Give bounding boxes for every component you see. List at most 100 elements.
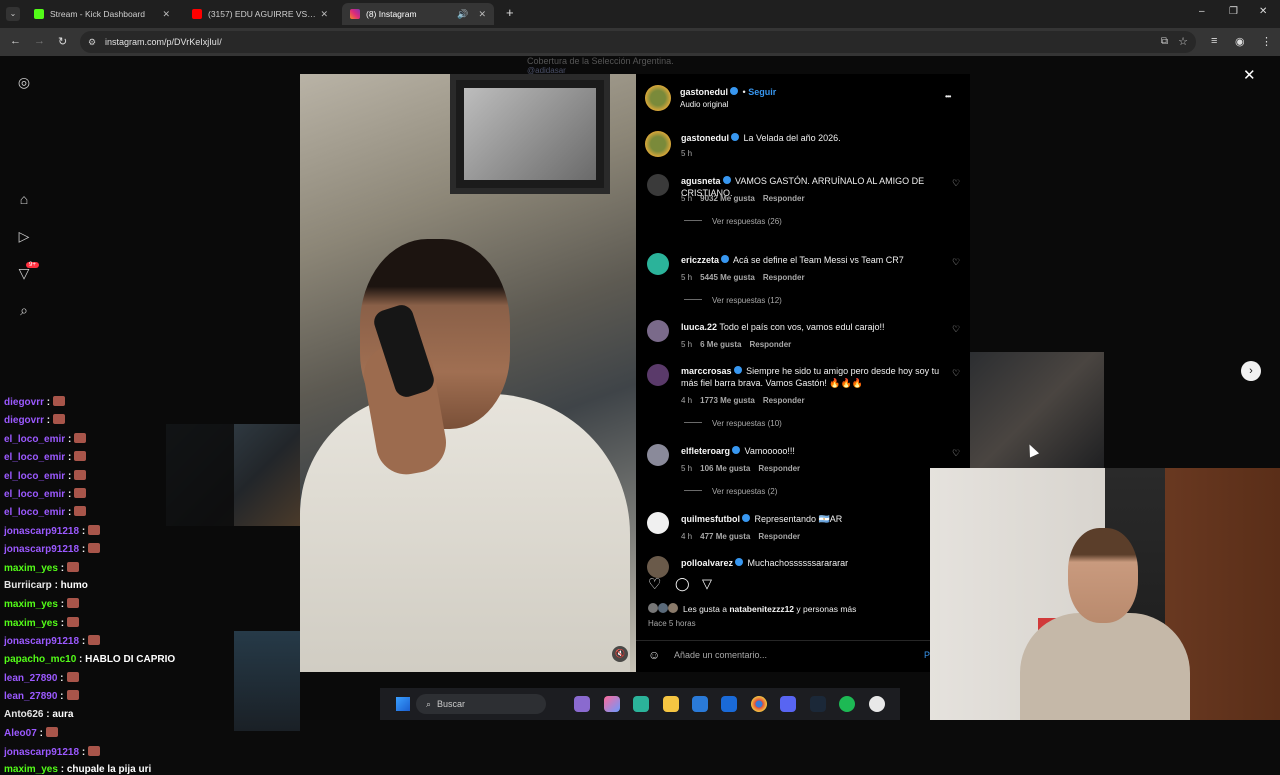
more-options-icon[interactable]: ••• bbox=[945, 92, 951, 101]
taskbar-search-input[interactable]: ⌕ Buscar bbox=[416, 694, 546, 714]
post-video[interactable] bbox=[300, 74, 636, 672]
discord-icon[interactable] bbox=[780, 696, 796, 712]
edge-icon[interactable] bbox=[633, 696, 649, 712]
chat-username[interactable]: maxim_yes bbox=[4, 563, 58, 574]
comment-likes[interactable]: 1773 Me gusta bbox=[700, 396, 755, 405]
tab-search-icon[interactable]: ⌄ bbox=[6, 7, 20, 21]
reply-button[interactable]: Responder bbox=[763, 396, 805, 405]
search-icon[interactable]: ⌕ bbox=[16, 302, 32, 318]
reply-button[interactable]: Responder bbox=[749, 340, 791, 349]
forward-arrow-icon[interactable]: → bbox=[34, 35, 45, 47]
chat-username[interactable]: diegovrr bbox=[4, 415, 44, 426]
tab-kick-dashboard[interactable]: Stream - Kick Dashboard ✕ bbox=[26, 3, 178, 25]
reply-button[interactable]: Responder bbox=[758, 464, 800, 473]
chat-username[interactable]: el_loco_emir bbox=[4, 434, 65, 445]
view-replies-button[interactable]: Ver respuestas (10) bbox=[684, 419, 782, 428]
comment-likes[interactable]: 9032 Me gusta bbox=[700, 194, 755, 203]
minimize-button[interactable]: – bbox=[1199, 6, 1205, 17]
tab-close-icon[interactable]: ✕ bbox=[162, 9, 170, 20]
store-icon[interactable] bbox=[692, 696, 708, 712]
next-post-arrow-icon[interactable]: › bbox=[1241, 361, 1261, 381]
comment-username[interactable]: elfleteroarg bbox=[681, 446, 730, 456]
copilot-icon[interactable] bbox=[604, 696, 620, 712]
comment-avatar[interactable] bbox=[647, 320, 669, 342]
bookmark-star-icon[interactable]: ☆ bbox=[1178, 35, 1188, 48]
audio-label[interactable]: Audio original bbox=[680, 99, 728, 111]
media-control-icon[interactable]: ≡ bbox=[1211, 35, 1217, 47]
share-send-icon[interactable]: ▽ bbox=[702, 576, 712, 592]
chat-username[interactable]: maxim_yes bbox=[4, 599, 58, 610]
restore-button[interactable]: ❐ bbox=[1229, 6, 1238, 17]
reply-button[interactable]: Responder bbox=[763, 273, 805, 282]
chat-username[interactable]: Aleo07 bbox=[4, 728, 37, 739]
file-explorer-icon[interactable] bbox=[663, 696, 679, 712]
comment-avatar[interactable] bbox=[647, 174, 669, 196]
install-app-icon[interactable]: ⧉ bbox=[1161, 36, 1168, 47]
author-username[interactable]: gastonedul bbox=[680, 87, 728, 97]
comment-username[interactable]: marccrosas bbox=[681, 366, 732, 376]
obs-icon[interactable] bbox=[869, 696, 885, 712]
comment-avatar[interactable] bbox=[647, 253, 669, 275]
spotify-icon[interactable] bbox=[839, 696, 855, 712]
comment-username[interactable]: luuca.22 bbox=[681, 322, 717, 332]
chat-username[interactable]: jonascarp91218 bbox=[4, 544, 79, 555]
chat-username[interactable]: lean_27890 bbox=[4, 691, 57, 702]
comment-like-heart-icon[interactable]: ♡ bbox=[952, 324, 960, 335]
chat-username[interactable]: maxim_yes bbox=[4, 764, 58, 775]
chat-username[interactable]: maxim_yes bbox=[4, 618, 58, 629]
comment-avatar[interactable] bbox=[647, 512, 669, 534]
comment-bubble-icon[interactable]: ◯ bbox=[675, 576, 690, 592]
tab-close-icon[interactable]: ✕ bbox=[320, 9, 328, 20]
back-arrow-icon[interactable]: ← bbox=[10, 35, 21, 47]
comment-likes[interactable]: 106 Me gusta bbox=[700, 464, 750, 473]
comment-like-heart-icon[interactable]: ♡ bbox=[952, 257, 960, 268]
comment-like-heart-icon[interactable]: ♡ bbox=[952, 368, 960, 379]
profile-icon[interactable]: ◉ bbox=[1235, 35, 1245, 48]
url-input[interactable]: ⚙ instagram.com/p/DVrKeIxjIuI/ ⧉ ☆ bbox=[80, 31, 1196, 53]
chat-username[interactable]: lean_27890 bbox=[4, 673, 57, 684]
chat-username[interactable]: el_loco_emir bbox=[4, 452, 65, 463]
chat-username[interactable]: jonascarp91218 bbox=[4, 526, 79, 537]
chat-username[interactable]: jonascarp91218 bbox=[4, 636, 79, 647]
reels-icon[interactable]: ▷ bbox=[16, 228, 32, 244]
home-icon[interactable]: ⌂ bbox=[16, 191, 32, 207]
comment-avatar[interactable] bbox=[647, 444, 669, 466]
tab-instagram[interactable]: (8) Instagram 🔊 ✕ bbox=[342, 3, 494, 25]
view-replies-button[interactable]: Ver respuestas (26) bbox=[684, 217, 782, 226]
chat-username[interactable]: papacho_mc10 bbox=[4, 654, 76, 665]
chrome-icon[interactable] bbox=[751, 696, 767, 712]
comment-username[interactable]: polloalvarez bbox=[681, 558, 733, 568]
follow-button[interactable]: Seguir bbox=[748, 87, 776, 97]
comment-like-heart-icon[interactable]: ♡ bbox=[952, 178, 960, 189]
comment-input[interactable]: Añade un comentario... bbox=[674, 650, 767, 660]
close-modal-icon[interactable]: ✕ bbox=[1243, 66, 1256, 84]
chat-username[interactable]: jonascarp91218 bbox=[4, 747, 79, 758]
chat-username[interactable]: el_loco_emir bbox=[4, 507, 65, 518]
reply-button[interactable]: Responder bbox=[763, 194, 805, 203]
reply-button[interactable]: Responder bbox=[758, 532, 800, 541]
outlook-icon[interactable] bbox=[721, 696, 737, 712]
chat-username[interactable]: Burriicarp bbox=[4, 580, 52, 591]
chat-username[interactable]: el_loco_emir bbox=[4, 471, 65, 482]
site-info-icon[interactable]: ⚙ bbox=[88, 37, 96, 48]
comment-likes[interactable]: 6 Me gusta bbox=[700, 340, 741, 349]
view-replies-button[interactable]: Ver respuestas (12) bbox=[684, 296, 782, 305]
steam-icon[interactable] bbox=[810, 696, 826, 712]
comment-username[interactable]: quilmesfutbol bbox=[681, 514, 740, 524]
reload-icon[interactable]: ↻ bbox=[58, 35, 67, 48]
close-window-button[interactable]: ✕ bbox=[1259, 6, 1267, 17]
chat-username[interactable]: Anto626 bbox=[4, 709, 43, 720]
chat-username[interactable]: diegovrr bbox=[4, 397, 44, 408]
tab-youtube[interactable]: (3157) EDU AGUIRRE VS GASTÓ ✕ bbox=[184, 3, 336, 25]
author-avatar[interactable] bbox=[645, 85, 671, 111]
caption-username[interactable]: gastonedul bbox=[681, 133, 729, 143]
comment-like-heart-icon[interactable]: ♡ bbox=[952, 448, 960, 459]
taskview-icon[interactable] bbox=[574, 696, 590, 712]
tab-audio-icon[interactable]: 🔊 bbox=[457, 9, 468, 20]
liked-by-user[interactable]: natabenitezzz12 bbox=[729, 604, 794, 614]
windows-start-icon[interactable] bbox=[396, 697, 410, 711]
comment-avatar[interactable] bbox=[647, 364, 669, 386]
comment-likes[interactable]: 5445 Me gusta bbox=[700, 273, 755, 282]
chat-username[interactable]: el_loco_emir bbox=[4, 489, 65, 500]
caption-avatar[interactable] bbox=[645, 131, 671, 157]
